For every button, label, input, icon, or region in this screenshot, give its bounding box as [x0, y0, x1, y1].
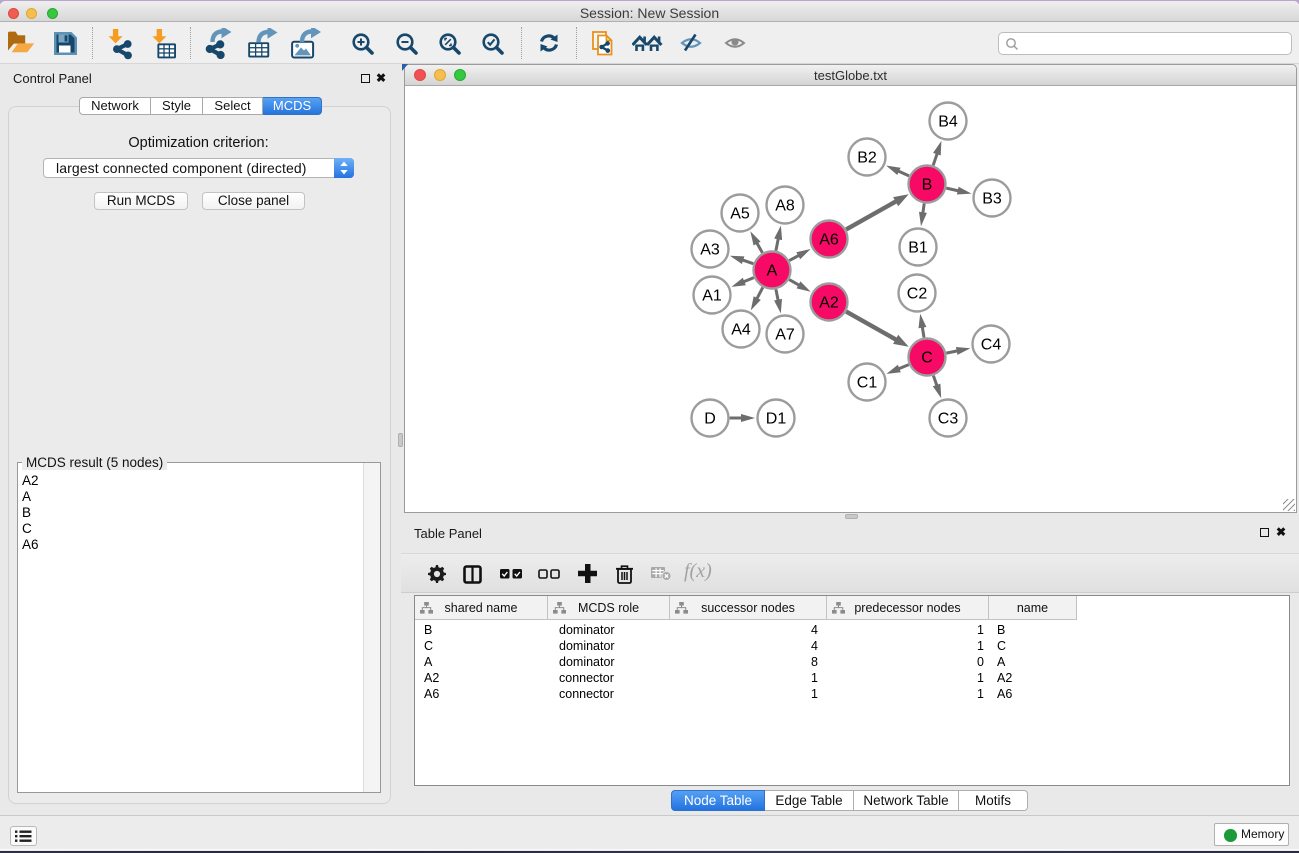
svg-text:C1: C1 — [857, 375, 878, 392]
svg-text:A2: A2 — [819, 295, 839, 312]
svg-text:A6: A6 — [819, 232, 839, 249]
svg-text:A8: A8 — [775, 198, 795, 215]
svg-text:B2: B2 — [857, 150, 877, 167]
svg-text:B4: B4 — [938, 114, 958, 131]
svg-text:A4: A4 — [731, 322, 751, 339]
svg-text:B: B — [922, 177, 933, 194]
svg-text:C3: C3 — [938, 411, 959, 428]
svg-text:C2: C2 — [907, 286, 928, 303]
svg-text:D: D — [704, 411, 716, 428]
svg-text:A: A — [767, 263, 778, 280]
svg-text:A7: A7 — [775, 327, 795, 344]
svg-text:B1: B1 — [908, 240, 928, 257]
svg-text:A3: A3 — [700, 242, 720, 259]
svg-text:D1: D1 — [766, 411, 787, 428]
svg-text:C4: C4 — [981, 337, 1002, 354]
svg-text:A1: A1 — [702, 288, 722, 305]
svg-text:A5: A5 — [730, 206, 750, 223]
svg-text:B3: B3 — [982, 191, 1002, 208]
svg-text:C: C — [921, 350, 933, 367]
